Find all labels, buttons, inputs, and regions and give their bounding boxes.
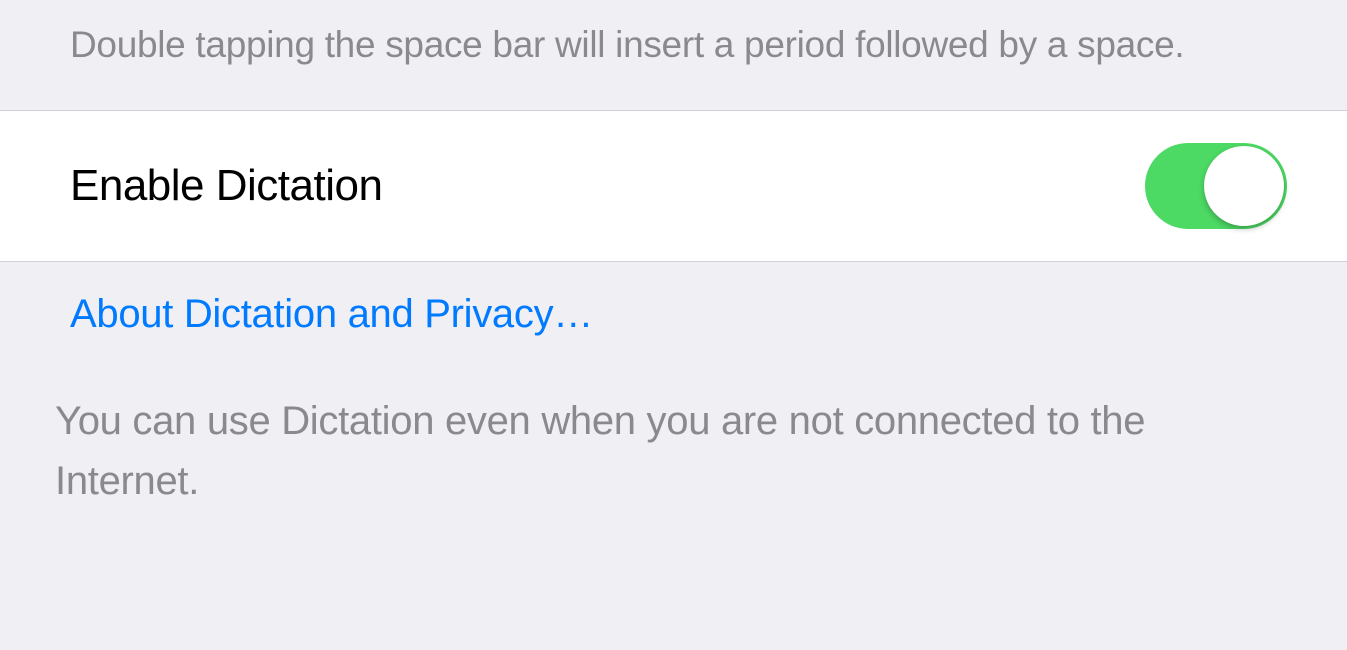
enable-dictation-toggle[interactable] <box>1145 143 1287 229</box>
about-dictation-privacy-link[interactable]: About Dictation and Privacy… <box>70 292 593 336</box>
toggle-knob-icon <box>1204 146 1284 226</box>
shortcut-footer-text: Double tapping the space bar will insert… <box>0 0 1347 110</box>
settings-panel: Double tapping the space bar will insert… <box>0 0 1347 650</box>
dictation-description-text: You can use Dictation even when you are … <box>0 351 1347 531</box>
enable-dictation-label: Enable Dictation <box>70 161 382 211</box>
privacy-link-row[interactable]: About Dictation and Privacy… <box>0 262 1347 351</box>
enable-dictation-row[interactable]: Enable Dictation <box>0 110 1347 262</box>
